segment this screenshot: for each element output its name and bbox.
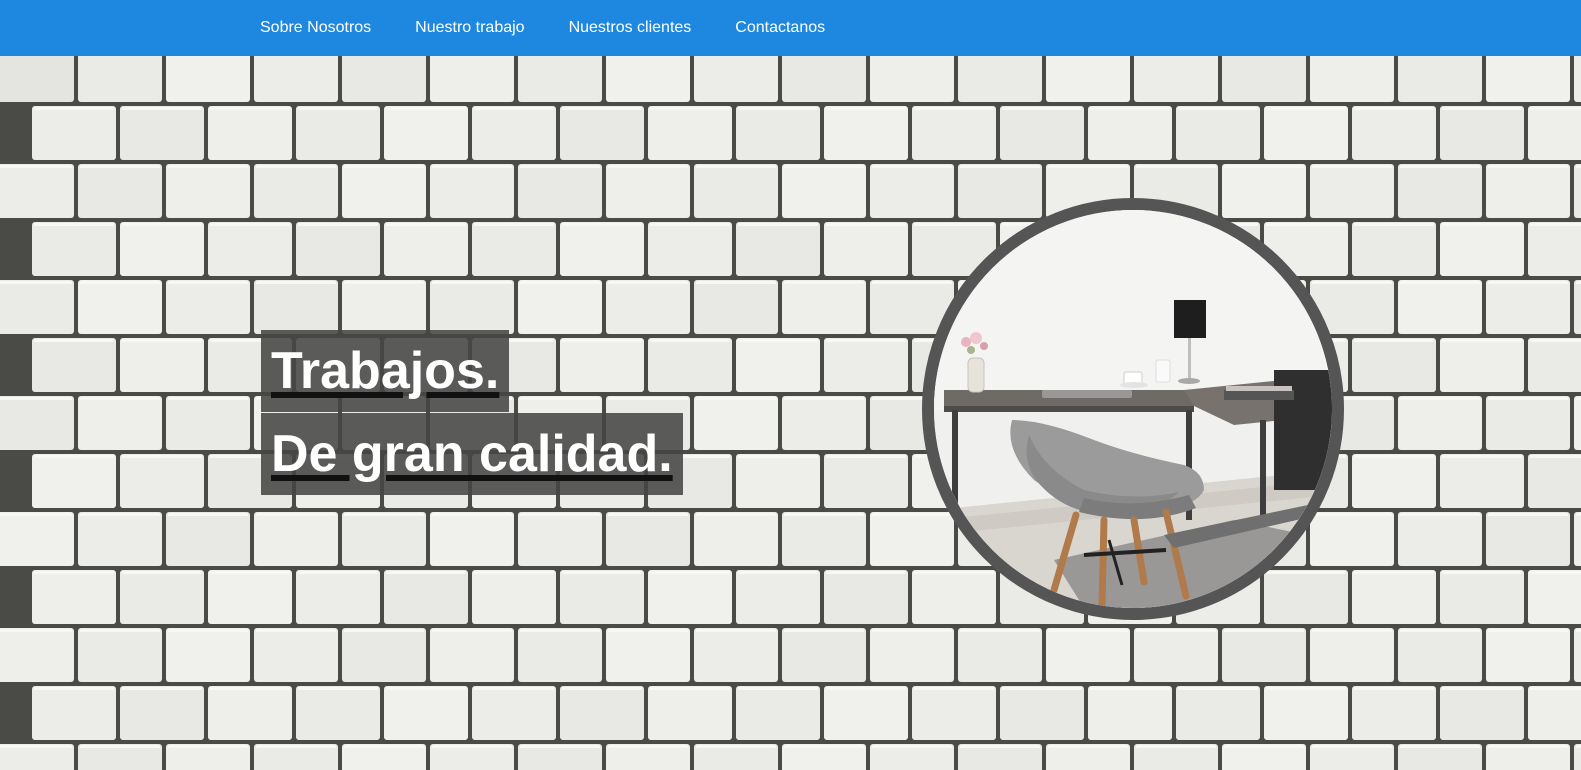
- nav-link-contactanos[interactable]: Contactanos: [735, 19, 825, 36]
- top-navbar: Sobre Nosotros Nuestro trabajo Nuestros …: [0, 0, 1581, 56]
- hero-line-2: De gran calidad.: [261, 413, 683, 495]
- hero-headline: Trabajos. De gran calidad.: [261, 330, 683, 495]
- nav-menu: Sobre Nosotros Nuestro trabajo Nuestros …: [260, 0, 869, 56]
- page: Sobre Nosotros Nuestro trabajo Nuestros …: [0, 0, 1581, 770]
- office-desk-chair-image: [934, 210, 1332, 608]
- nav-link-nuestro-trabajo[interactable]: Nuestro trabajo: [415, 19, 524, 36]
- nav-link-nuestros-clientes[interactable]: Nuestros clientes: [569, 19, 692, 36]
- hero-line-1: Trabajos.: [261, 330, 510, 412]
- nav-link-sobre-nosotros[interactable]: Sobre Nosotros: [260, 19, 371, 36]
- office-photo: [922, 198, 1344, 620]
